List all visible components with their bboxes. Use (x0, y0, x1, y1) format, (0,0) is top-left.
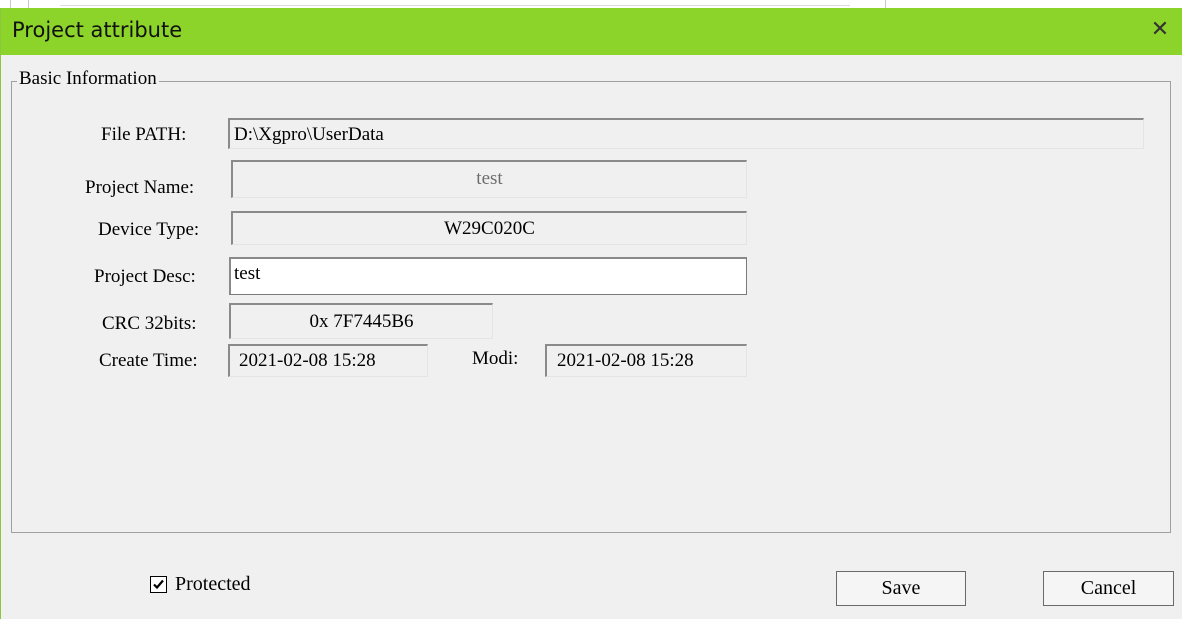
background-divider (60, 5, 850, 6)
dialog-title: Project attribute (12, 18, 183, 42)
project-name-field: test (231, 160, 747, 198)
title-bar: Project attribute ✕ (1, 8, 1182, 55)
create-time-label: Create Time: (99, 350, 198, 371)
project-desc-label: Project Desc: (94, 266, 196, 287)
device-type-label: Device Type: (98, 219, 200, 240)
protected-label: Protected (175, 573, 251, 595)
cancel-button[interactable]: Cancel (1043, 571, 1174, 606)
file-path-label: File PATH: (101, 124, 187, 145)
device-type-field: W29C020C (231, 211, 747, 245)
crc-label: CRC 32bits: (102, 313, 197, 334)
checkbox-check-icon[interactable] (150, 576, 167, 593)
background-divider (10, 0, 11, 8)
modi-time-field: 2021-02-08 15:28 (545, 344, 747, 377)
background-window (0, 0, 1182, 8)
project-name-label: Project Name: (85, 177, 195, 198)
background-divider (885, 0, 886, 8)
file-path-field: D:\Xgpro\UserData (228, 118, 1144, 149)
project-desc-input[interactable]: test (229, 257, 747, 295)
protected-checkbox[interactable]: Protected (150, 573, 251, 596)
create-time-field: 2021-02-08 15:28 (228, 344, 428, 377)
background-divider (28, 0, 29, 8)
save-button[interactable]: Save (836, 571, 966, 606)
group-legend: Basic Information (17, 68, 159, 90)
crc-field: 0x 7F7445B6 (229, 303, 493, 339)
modi-label: Modi: (472, 348, 519, 369)
close-icon[interactable]: ✕ (1145, 15, 1175, 45)
